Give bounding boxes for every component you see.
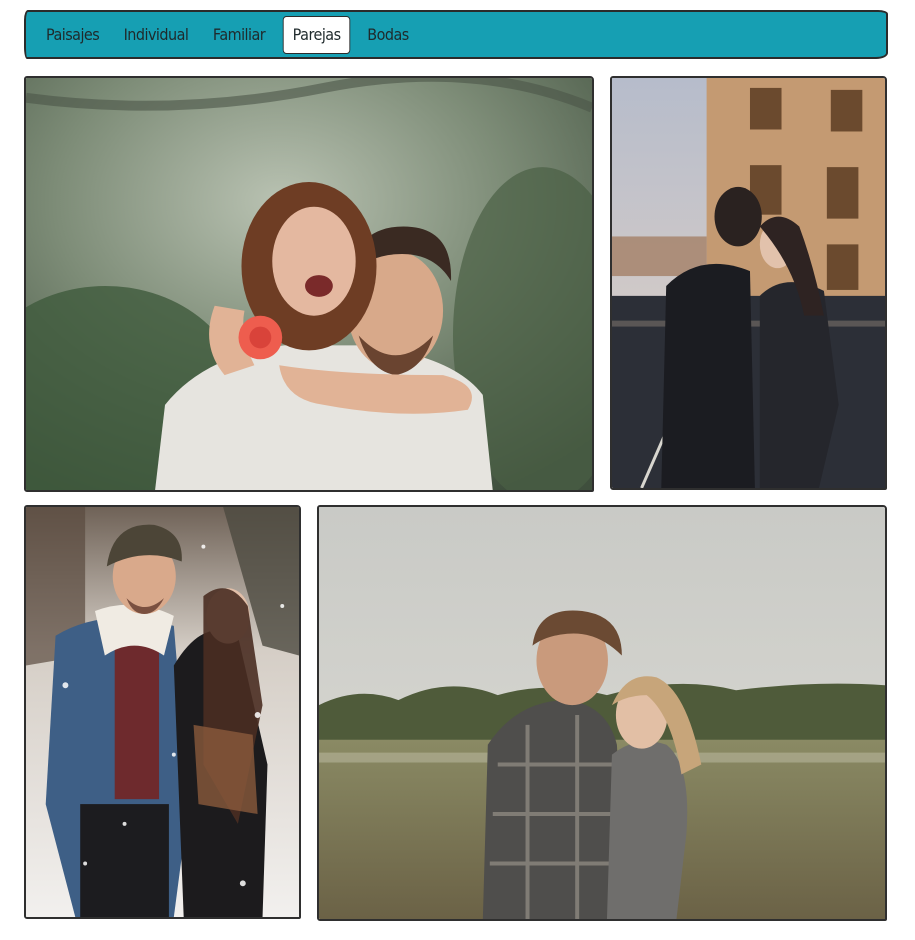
gallery-photo-couple-piggyback[interactable] <box>24 76 594 492</box>
tab-individual[interactable]: Individual <box>116 16 197 54</box>
photo-image <box>319 507 885 919</box>
gallery-photo-couple-field[interactable] <box>317 505 887 921</box>
tab-parejas[interactable]: Parejas <box>282 15 351 54</box>
tab-bodas[interactable]: Bodas <box>360 16 418 54</box>
photo-image <box>612 78 885 488</box>
gallery-photo-couple-street[interactable] <box>610 76 887 490</box>
category-nav: Paisajes Individual Familiar Parejas Bod… <box>24 10 888 59</box>
gallery-photo-couple-snow[interactable] <box>24 505 301 919</box>
tab-paisajes[interactable]: Paisajes <box>38 16 107 54</box>
photo-image <box>26 507 299 917</box>
tab-familiar[interactable]: Familiar <box>205 16 273 54</box>
photo-image <box>26 78 592 490</box>
